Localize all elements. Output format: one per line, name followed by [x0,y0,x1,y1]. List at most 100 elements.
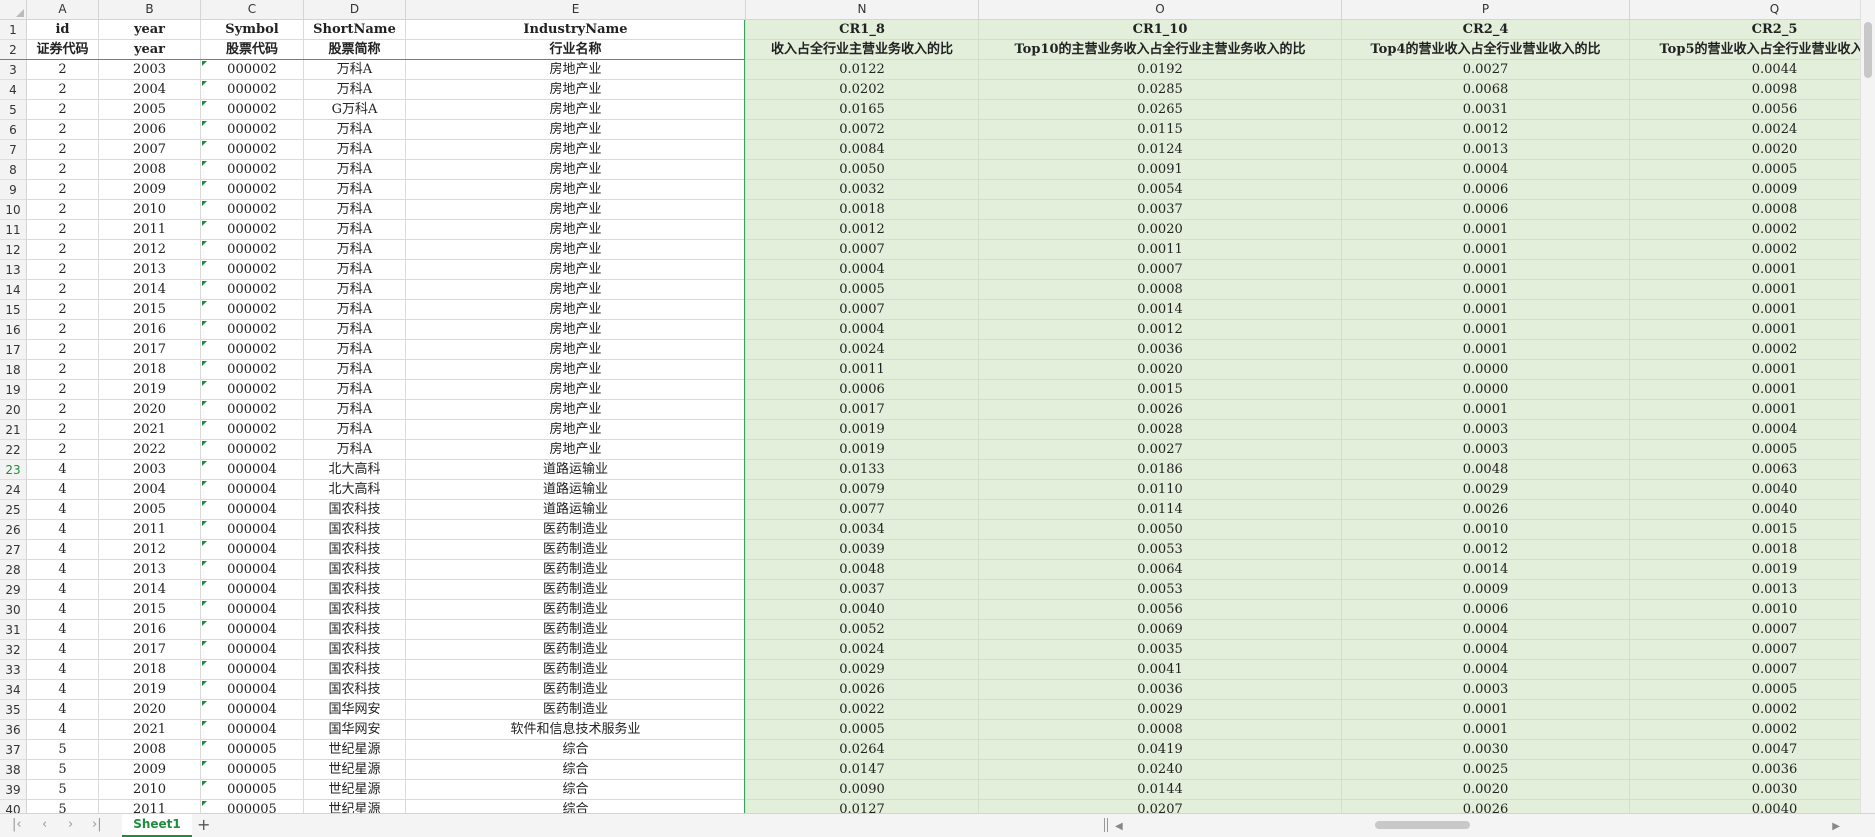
cell[interactable]: 0.0056 [1630,100,1875,120]
cell[interactable]: 0.0044 [1630,60,1875,80]
cell[interactable]: 国华网安 [304,700,406,720]
header-cell[interactable]: 证券代码 [27,40,99,60]
cell[interactable]: 国农科技 [304,520,406,540]
cell[interactable]: 0.0005 [746,280,979,300]
header-cell[interactable]: 股票简称 [304,40,406,60]
cell[interactable]: 0.0004 [1342,640,1630,660]
row-number[interactable]: 24 [0,480,27,500]
cell[interactable]: 2 [27,340,99,360]
row-number[interactable]: 2 [0,40,27,60]
scroll-split-handle[interactable] [1104,818,1108,832]
row-number[interactable]: 33 [0,660,27,680]
header-cell[interactable]: 行业名称 [406,40,746,60]
cell[interactable]: 万科A [304,300,406,320]
select-all-corner[interactable] [0,0,27,19]
cell[interactable]: 软件和信息技术服务业 [406,720,746,740]
cell[interactable]: 0.0002 [1630,340,1875,360]
cell[interactable]: 0.0020 [1342,780,1630,800]
cell[interactable]: 0.0054 [979,180,1342,200]
row-number[interactable]: 21 [0,420,27,440]
cell[interactable]: 000002 [201,140,304,160]
cell[interactable]: 0.0007 [746,240,979,260]
cell[interactable]: 2006 [99,120,201,140]
row-number[interactable]: 3 [0,60,27,80]
cell[interactable]: 0.0001 [1630,280,1875,300]
cell[interactable]: 4 [27,620,99,640]
cell[interactable]: 北大高科 [304,460,406,480]
row-number[interactable]: 10 [0,200,27,220]
cell[interactable]: 医药制造业 [406,580,746,600]
cell[interactable]: 0.0006 [746,380,979,400]
cell[interactable]: 000002 [201,120,304,140]
spreadsheet-grid[interactable]: ABCDENOPQ 1idyearSymbolShortNameIndustry… [0,0,1875,813]
cell[interactable]: 2011 [99,800,201,813]
row-number[interactable]: 17 [0,340,27,360]
cell[interactable]: 医药制造业 [406,660,746,680]
header-cell[interactable]: ShortName [304,20,406,40]
cell[interactable]: 0.0013 [1342,140,1630,160]
cell[interactable]: 医药制造业 [406,600,746,620]
cell[interactable]: 0.0048 [1342,460,1630,480]
cell[interactable]: 0.0115 [979,120,1342,140]
cell[interactable]: 综合 [406,780,746,800]
cell[interactable]: 国农科技 [304,540,406,560]
cell[interactable]: 0.0030 [1342,740,1630,760]
cell[interactable]: 4 [27,520,99,540]
cell[interactable]: 2013 [99,560,201,580]
cell[interactable]: 医药制造业 [406,520,746,540]
cell[interactable]: 国农科技 [304,580,406,600]
cell[interactable]: 4 [27,600,99,620]
cell[interactable]: 0.0040 [746,600,979,620]
row-number[interactable]: 19 [0,380,27,400]
cell[interactable]: 0.0000 [1342,360,1630,380]
cell[interactable]: 北大高科 [304,480,406,500]
cell[interactable]: 房地产业 [406,60,746,80]
cell[interactable]: 2 [27,400,99,420]
cell[interactable]: 0.0019 [746,420,979,440]
cell[interactable]: 国农科技 [304,660,406,680]
cell[interactable]: 0.0003 [1342,680,1630,700]
cell[interactable]: 0.0011 [979,240,1342,260]
cell[interactable]: 2012 [99,240,201,260]
cell[interactable]: 0.0003 [1342,440,1630,460]
cell[interactable]: 0.0122 [746,60,979,80]
cell[interactable]: 0.0001 [1630,260,1875,280]
cell[interactable]: 5 [27,760,99,780]
header-cell[interactable]: 股票代码 [201,40,304,60]
header-cell[interactable]: CR2_5 [1630,20,1875,40]
cell[interactable]: 000002 [201,360,304,380]
cell[interactable]: 0.0036 [979,340,1342,360]
cell[interactable]: 0.0006 [1342,600,1630,620]
row-number[interactable]: 13 [0,260,27,280]
cell[interactable]: 2 [27,260,99,280]
cell[interactable]: 房地产业 [406,180,746,200]
cell[interactable]: 000002 [201,160,304,180]
cell[interactable]: 000002 [201,100,304,120]
row-number[interactable]: 23 [0,460,27,480]
cell[interactable]: 000004 [201,520,304,540]
cell[interactable]: 000004 [201,660,304,680]
cell[interactable]: 0.0040 [1630,800,1875,813]
cell[interactable]: 0.0012 [1342,540,1630,560]
cell[interactable]: 0.0052 [746,620,979,640]
cell[interactable]: 0.0009 [1342,580,1630,600]
cell[interactable]: 0.0001 [1342,240,1630,260]
cell[interactable]: 0.0048 [746,560,979,580]
cell[interactable]: 4 [27,460,99,480]
row-number[interactable]: 8 [0,160,27,180]
cell[interactable]: 0.0001 [1630,380,1875,400]
cell[interactable]: 2018 [99,660,201,680]
cell[interactable]: 0.0041 [979,660,1342,680]
cell[interactable]: 0.0017 [746,400,979,420]
row-number[interactable]: 7 [0,140,27,160]
row-number[interactable]: 29 [0,580,27,600]
cell[interactable]: 2 [27,220,99,240]
cell[interactable]: 0.0165 [746,100,979,120]
cell[interactable]: 0.0026 [1342,500,1630,520]
cell[interactable]: 房地产业 [406,100,746,120]
cell[interactable]: 世纪星源 [304,760,406,780]
cell[interactable]: 0.0124 [979,140,1342,160]
cell[interactable]: 0.0053 [979,540,1342,560]
header-cell[interactable]: Symbol [201,20,304,40]
header-cell[interactable]: 收入占全行业主营业务收入的比 [746,40,979,60]
